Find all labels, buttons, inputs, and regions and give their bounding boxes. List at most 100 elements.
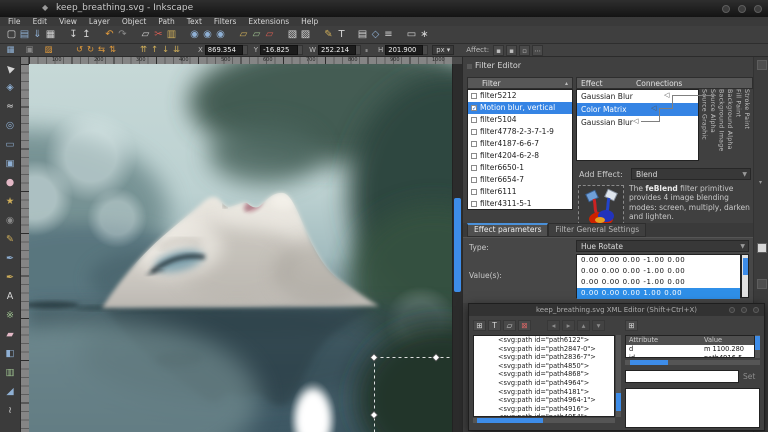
titlebar[interactable]: ◆ keep_breathing.svg - Inkscape: [0, 0, 768, 17]
add-effect-dropdown[interactable]: Blend ▼: [631, 168, 751, 180]
attribute-name-input[interactable]: [625, 370, 739, 383]
matrix-row[interactable]: 0.00 0.00 0.00 -1.00 0.00: [577, 255, 740, 266]
type-dropdown[interactable]: Hue Rotate ▼: [576, 240, 749, 252]
xml-node[interactable]: <svg:path id="path4916">: [474, 405, 614, 414]
scrollbar-thumb[interactable]: [743, 258, 748, 275]
xml-node[interactable]: <svg:path id="path4954">: [474, 413, 614, 416]
matrix-row[interactable]: 0.00 0.00 0.00 -1.00 0.00: [577, 277, 740, 288]
matrix-row[interactable]: 0.00 0.00 0.00 -1.00 0.00: [577, 266, 740, 277]
connection-label[interactable]: Fill Paint: [733, 89, 742, 163]
dialog-minimize-button[interactable]: [729, 307, 735, 313]
tool-zoom[interactable]: ◎: [2, 116, 19, 135]
x-spinner[interactable]: [242, 45, 248, 55]
cut-icon[interactable]: ✂: [152, 28, 165, 41]
xml-editor-dialog[interactable]: keep_breathing.svg XML Editor (Shift+Ctr…: [468, 303, 765, 431]
tool-calligraphy[interactable]: ✒: [2, 268, 19, 287]
filter-list-item-selected[interactable]: ✓ Motion blur, vertical: [468, 102, 572, 114]
filter-list-item[interactable]: filter4187-6-6-7: [468, 138, 572, 150]
scrollbar-thumb[interactable]: [630, 360, 668, 365]
delete-node-icon[interactable]: ⊠: [518, 319, 531, 331]
panel-resize-handle[interactable]: [757, 279, 767, 289]
filter-checkbox[interactable]: [471, 117, 477, 123]
filter-checkbox[interactable]: [471, 177, 477, 183]
filter-list-item[interactable]: filter6654-7: [468, 174, 572, 186]
ungroup-icon[interactable]: ▨: [299, 28, 312, 41]
panel-chip[interactable]: [757, 243, 767, 253]
canvas-vertical-scrollbar[interactable]: [452, 64, 462, 432]
raise-to-top-icon[interactable]: ⇈: [138, 45, 149, 56]
connection-label[interactable]: Background Image: [716, 89, 725, 163]
tool-dropper[interactable]: ◢: [2, 382, 19, 401]
tool-eraser[interactable]: ▰: [2, 325, 19, 344]
tool-text[interactable]: A: [2, 287, 19, 306]
dialog-close-button[interactable]: [753, 307, 759, 313]
xml-node[interactable]: <svg:path id="path4964-1">: [474, 396, 614, 405]
create-clone-icon[interactable]: ▱: [250, 28, 263, 41]
tool-node-editor[interactable]: ◈: [2, 78, 19, 97]
lock-ratio-icon[interactable]: ∎: [361, 45, 372, 56]
attribute-value-textarea[interactable]: [625, 388, 760, 428]
filter-list-item[interactable]: filter4204-6-2-8: [468, 150, 572, 162]
undo-icon[interactable]: ↶: [103, 28, 116, 41]
deselect-icon[interactable]: ▣: [24, 45, 35, 56]
scroll-corner-button[interactable]: [452, 57, 462, 64]
matrix-row-selected[interactable]: 0.00 0.00 0.00 1.00 0.00: [577, 288, 740, 299]
tool-paint-bucket[interactable]: ◧: [2, 344, 19, 363]
effect-item-selected[interactable]: Color Matrix: [577, 103, 698, 116]
unlink-clone-icon[interactable]: ▱: [263, 28, 276, 41]
paste-icon[interactable]: ▥: [165, 28, 178, 41]
zoom-page-icon[interactable]: ◉: [214, 28, 227, 41]
connection-arrow-icon[interactable]: ◁: [633, 118, 638, 125]
menu-text[interactable]: Text: [187, 17, 202, 26]
attribute-horizontal-scrollbar[interactable]: [625, 360, 760, 365]
filter-list-item[interactable]: filter4311-5-1: [468, 198, 572, 209]
dialog-maximize-button[interactable]: [741, 307, 747, 313]
document-properties-icon[interactable]: ▭: [405, 28, 418, 41]
connection-label[interactable]: Background Alpha: [725, 89, 733, 163]
connection-arrow-icon[interactable]: ◁: [664, 92, 669, 99]
tool-star[interactable]: ★: [2, 192, 19, 211]
attribute-vertical-scrollbar[interactable]: [755, 335, 760, 358]
xml-editor-titlebar[interactable]: keep_breathing.svg XML Editor (Shift+Ctr…: [469, 304, 764, 316]
xml-node-tree[interactable]: <svg:path id="path6122"> <svg:path id="p…: [473, 335, 615, 417]
lower-to-bottom-icon[interactable]: ⇊: [171, 45, 182, 56]
rotate-cw-icon[interactable]: ↻: [85, 45, 96, 56]
raise-icon[interactable]: ↑: [149, 45, 160, 56]
copy-icon[interactable]: ▱: [139, 28, 152, 41]
maximize-button[interactable]: [738, 5, 746, 13]
filter-checkbox[interactable]: [471, 93, 477, 99]
fill-stroke-icon[interactable]: ✎: [322, 28, 335, 41]
filter-checkbox[interactable]: [471, 153, 477, 159]
filter-checkbox[interactable]: [471, 201, 477, 207]
y-input[interactable]: -16.825: [260, 45, 299, 55]
minimize-button[interactable]: [722, 5, 730, 13]
tool-spiral[interactable]: ◉: [2, 211, 19, 230]
menu-filters[interactable]: Filters: [214, 17, 236, 26]
zoom-drawing-icon[interactable]: ◉: [188, 28, 201, 41]
height-input[interactable]: 201.900: [385, 45, 424, 55]
tab-effect-parameters[interactable]: Effect parameters: [467, 223, 549, 237]
filter-list-item[interactable]: filter5104: [468, 114, 572, 126]
xml-node[interactable]: <svg:path id="path2847-0">: [474, 345, 614, 354]
menu-path[interactable]: Path: [158, 17, 174, 26]
layers-dialog-icon[interactable]: ▤: [356, 28, 369, 41]
tab-filter-general-settings[interactable]: Filter General Settings: [548, 223, 647, 237]
menu-object[interactable]: Object: [122, 17, 146, 26]
attribute-row[interactable]: dm 1100.280: [626, 345, 754, 354]
set-attribute-button[interactable]: Set: [743, 372, 755, 381]
filter-checkbox[interactable]: [471, 165, 477, 171]
filter-checkbox[interactable]: [471, 141, 477, 147]
filter-checkbox[interactable]: [471, 189, 477, 195]
flip-vertical-icon[interactable]: ⇅: [107, 45, 118, 56]
connection-label[interactable]: Source Alpha: [708, 89, 716, 163]
indent-node-icon[interactable]: ▸: [562, 319, 575, 331]
tool-gradient[interactable]: ▥: [2, 363, 19, 382]
redo-icon[interactable]: ↷: [116, 28, 129, 41]
tool-3d-box[interactable]: ▣: [2, 154, 19, 173]
y-spinner[interactable]: [298, 45, 304, 55]
panel-grip-icon[interactable]: [467, 64, 472, 69]
document-print-icon[interactable]: ▦: [44, 28, 57, 41]
snap-toolbar-icon[interactable]: [757, 60, 767, 70]
scrollbar-thumb[interactable]: [755, 336, 760, 350]
tool-tweak[interactable]: ≈: [2, 97, 19, 116]
